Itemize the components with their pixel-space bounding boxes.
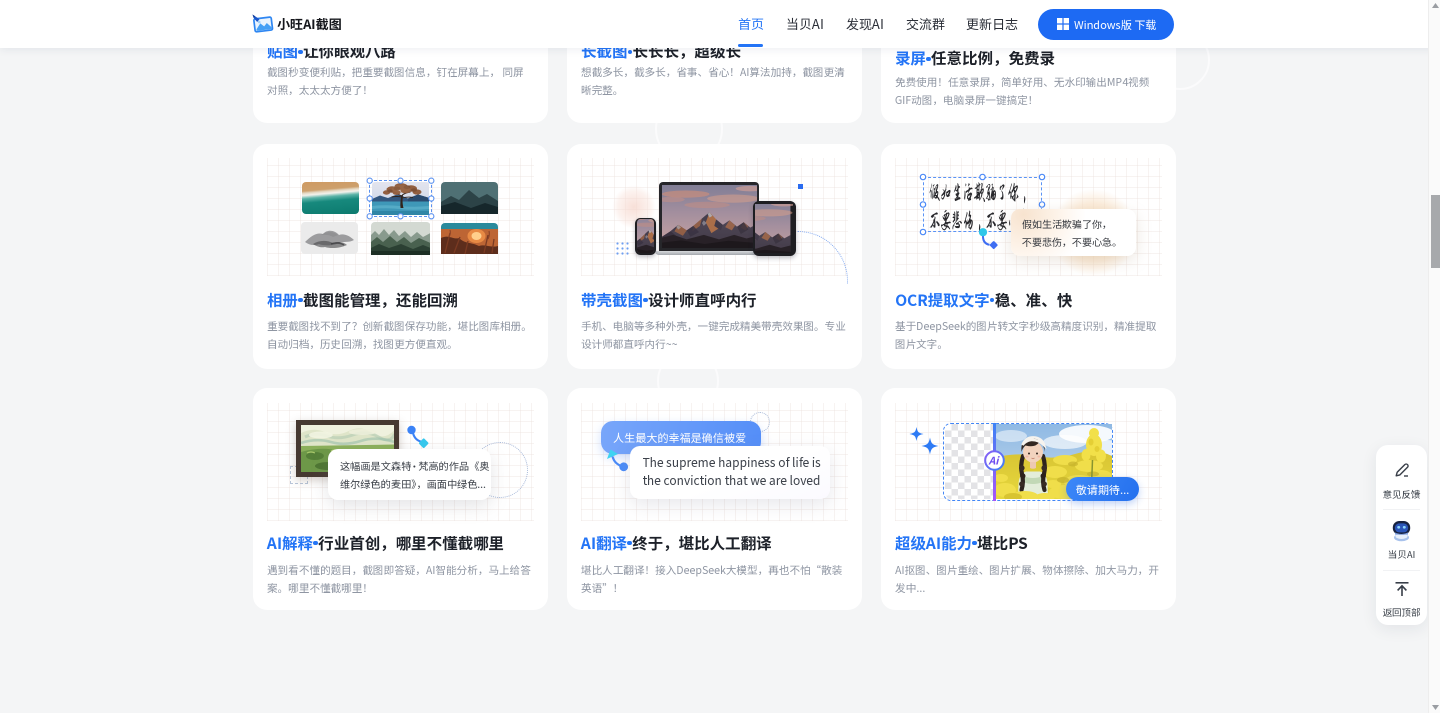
svg-text:Ai: Ai — [988, 454, 1001, 469]
